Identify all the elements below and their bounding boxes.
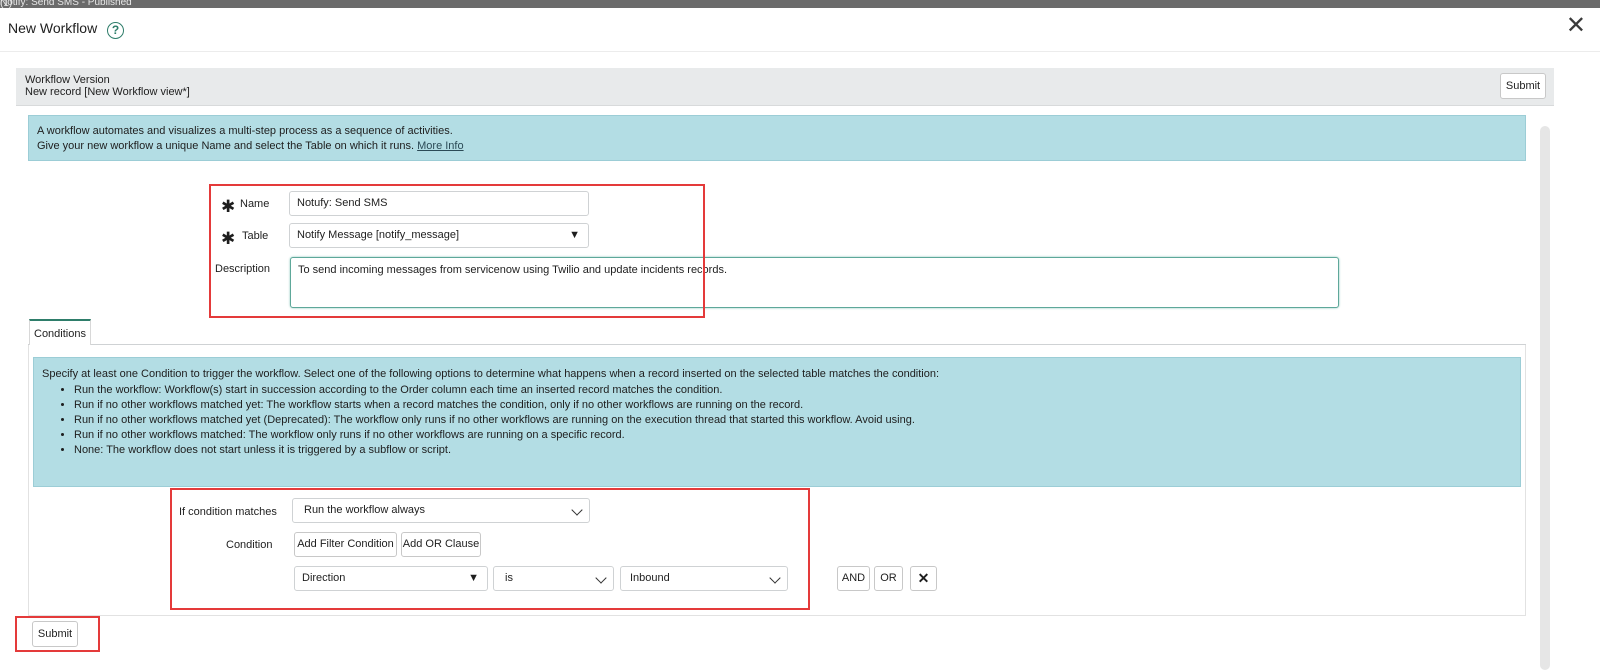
footer-submit-button[interactable]: Submit: [32, 621, 78, 647]
chevron-down-icon: [769, 572, 781, 584]
condition-field-value: Direction: [302, 572, 346, 584]
name-required-icon: ✱: [221, 197, 236, 216]
condition-field-select[interactable]: Direction ▼: [294, 566, 488, 591]
description-label: Description: [215, 263, 271, 275]
list-item: Run if no other workflows matched yet: T…: [74, 398, 915, 413]
intro-info-box: A workflow automates and visualizes a mu…: [28, 115, 1526, 161]
intro-line-1: A workflow automates and visualizes a mu…: [37, 125, 453, 137]
or-button[interactable]: OR: [874, 566, 903, 591]
condition-value-select[interactable]: Inbound: [620, 566, 788, 591]
list-item: Run if no other workflows matched yet (D…: [74, 413, 915, 428]
condition-operator-select[interactable]: is: [493, 566, 614, 591]
tab-strip: Conditions: [28, 319, 1526, 345]
more-info-link[interactable]: More Info: [417, 140, 463, 152]
table-select[interactable]: Notify Message [notify_message] ▼: [289, 223, 589, 248]
if-condition-matches-value: Run the workflow always: [304, 504, 426, 516]
record-table-name: Workflow Version: [25, 74, 110, 86]
condition-operator-value: is: [505, 572, 513, 584]
chevron-down-icon: [571, 504, 583, 516]
name-input[interactable]: Notufy: Send SMS: [289, 191, 589, 216]
if-condition-matches-select[interactable]: Run the workflow always: [292, 498, 590, 523]
header-submit-button[interactable]: Submit: [1500, 73, 1546, 99]
modal-scrollbar[interactable]: [1540, 126, 1550, 670]
add-filter-condition-button[interactable]: Add Filter Condition: [294, 532, 397, 557]
conditions-info-box: Specify at least one Condition to trigge…: [33, 357, 1521, 487]
background-title-strip: Notify: Send SMS - Published (1): [0, 0, 1600, 8]
list-item: Run if no other workflows matched: The w…: [74, 428, 915, 443]
list-item: Run the workflow: Workflow(s) start in s…: [74, 383, 915, 398]
table-required-icon: ✱: [221, 229, 236, 248]
modal-title: New Workflow: [8, 20, 98, 36]
table-select-value: Notify Message [notify_message]: [297, 229, 460, 241]
caret-down-icon: ▼: [468, 572, 479, 584]
background-counter: (1): [0, 0, 13, 8]
tab-conditions[interactable]: Conditions: [29, 319, 91, 345]
condition-value-value: Inbound: [630, 572, 670, 584]
name-label: Name: [240, 198, 270, 210]
conditions-info-list: Run the workflow: Workflow(s) start in s…: [74, 383, 915, 458]
intro-line-2: Give your new workflow a unique Name and…: [37, 140, 464, 152]
modal-header: New Workflow ? ✕: [0, 8, 1600, 52]
description-textarea[interactable]: To send incoming messages from serviceno…: [290, 257, 1339, 308]
list-item: None: The workflow does not start unless…: [74, 443, 915, 458]
if-condition-matches-label: If condition matches: [179, 506, 277, 518]
chevron-down-icon: [595, 572, 607, 584]
close-icon[interactable]: ✕: [1566, 14, 1586, 38]
record-header-bar: Workflow Version New record [New Workflo…: [16, 68, 1554, 106]
add-or-clause-button[interactable]: Add OR Clause: [401, 532, 481, 557]
table-label: Table: [242, 230, 269, 242]
record-view-name: New record [New Workflow view*]: [25, 86, 190, 98]
condition-label: Condition: [226, 539, 273, 551]
caret-down-icon: ▼: [569, 229, 580, 241]
and-button[interactable]: AND: [837, 566, 870, 591]
conditions-info-intro: Specify at least one Condition to trigge…: [42, 368, 940, 380]
remove-condition-icon[interactable]: ✕: [910, 566, 937, 591]
intro-line-2-text: Give your new workflow a unique Name and…: [37, 140, 415, 152]
help-icon[interactable]: ?: [107, 22, 124, 39]
